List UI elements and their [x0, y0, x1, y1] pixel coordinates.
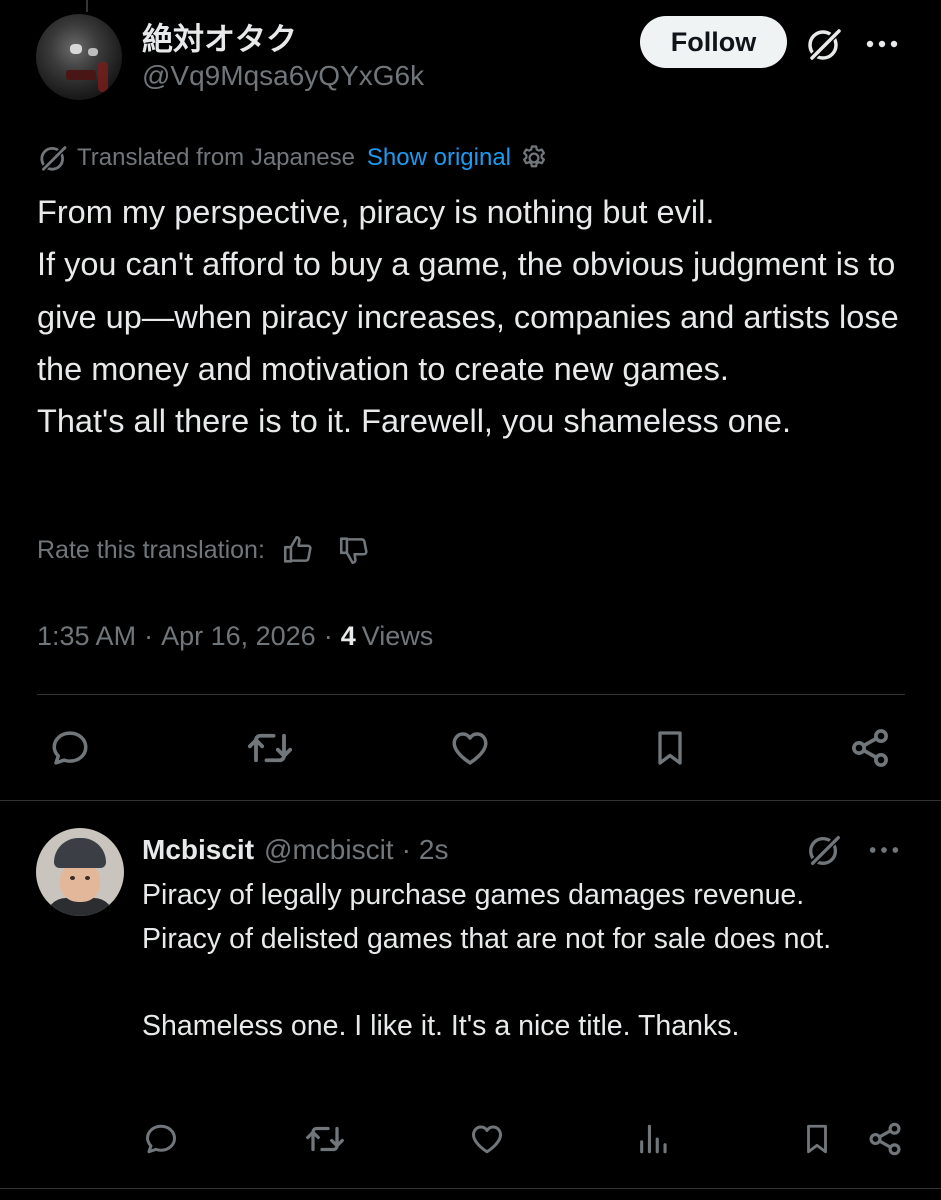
retweet-icon[interactable]: [298, 1112, 352, 1166]
tweet-time[interactable]: 1:35 AM: [37, 621, 136, 652]
grok-icon[interactable]: [800, 20, 848, 68]
translated-label: Translated from Japanese: [77, 144, 355, 171]
grok-small-icon: [37, 142, 69, 174]
reply-icon[interactable]: [134, 1112, 188, 1166]
divider: [0, 1188, 941, 1189]
like-icon[interactable]: [438, 716, 502, 780]
author-handle[interactable]: @Vq9Mqsa6yQYxG6k: [142, 60, 424, 92]
reply-time[interactable]: 2s: [419, 834, 449, 866]
divider: [37, 694, 905, 695]
grok-icon[interactable]: [800, 826, 848, 874]
thumbs-down-icon[interactable]: [337, 533, 371, 567]
author-display-name[interactable]: 絶対オタク: [142, 14, 297, 59]
meta-separator: ·: [323, 620, 333, 651]
more-icon[interactable]: [860, 826, 908, 874]
tweet-meta-row: 1:35 AM · Apr 16, 2026 · 4 Views: [37, 616, 433, 656]
meta-separator: ·: [401, 834, 411, 865]
bookmark-icon[interactable]: [790, 1112, 844, 1166]
divider: [0, 800, 941, 801]
reply-header: Mcbiscit @mcbiscit · 2s: [142, 830, 448, 870]
views-icon[interactable]: [626, 1112, 680, 1166]
retweet-icon[interactable]: [238, 716, 302, 780]
reply-text: Piracy of legally purchase games damages…: [142, 879, 832, 1043]
like-icon[interactable]: [460, 1112, 514, 1166]
share-icon[interactable]: [858, 1112, 912, 1166]
tweet-text: From my perspective, piracy is nothing b…: [37, 194, 899, 440]
thumbs-up-icon[interactable]: [281, 533, 315, 567]
gear-icon[interactable]: [519, 143, 549, 173]
show-original-link[interactable]: Show original: [367, 144, 511, 172]
rate-label: Rate this translation:: [37, 535, 265, 564]
author-avatar[interactable]: [36, 14, 122, 100]
tweet-date[interactable]: Apr 16, 2026: [161, 621, 316, 652]
follow-button[interactable]: Follow: [640, 16, 787, 68]
share-icon[interactable]: [838, 716, 902, 780]
rate-translation-row: Rate this translation:: [37, 530, 371, 570]
reply-author-avatar[interactable]: [36, 828, 124, 916]
views-count[interactable]: 4: [341, 621, 356, 652]
reply-author-name[interactable]: Mcbiscit: [142, 834, 254, 866]
translation-notice: Translated from Japanese Show original: [37, 140, 549, 176]
thread-connector-line: [86, 0, 88, 12]
reply-author-handle[interactable]: @mcbiscit: [264, 834, 394, 866]
more-icon[interactable]: [858, 20, 906, 68]
bookmark-icon[interactable]: [638, 716, 702, 780]
views-label[interactable]: Views: [362, 621, 434, 652]
reply-icon[interactable]: [38, 716, 102, 780]
meta-separator: ·: [144, 620, 154, 651]
